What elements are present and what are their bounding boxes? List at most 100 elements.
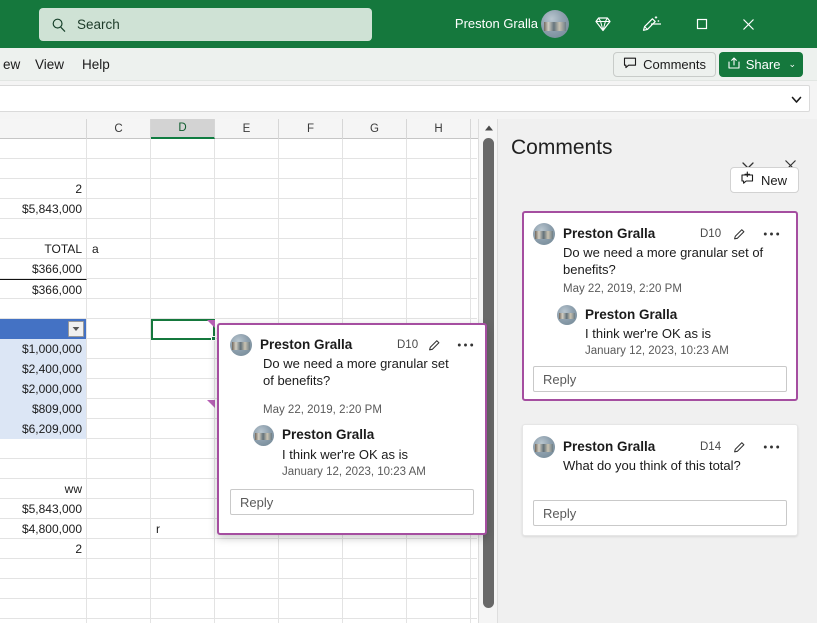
grid-cell[interactable] — [279, 619, 343, 623]
comment-marker-d14[interactable] — [207, 400, 215, 408]
grid-cell[interactable] — [215, 199, 279, 219]
grid-cell[interactable] — [279, 139, 343, 159]
grid-cell[interactable] — [215, 619, 279, 623]
grid-cell[interactable] — [0, 139, 87, 159]
grid-cell[interactable] — [215, 579, 279, 599]
grid-cell[interactable] — [407, 559, 471, 579]
grid-cell[interactable] — [215, 179, 279, 199]
grid-cell[interactable] — [87, 259, 151, 279]
grid-cell[interactable] — [407, 599, 471, 619]
grid-cell[interactable] — [215, 559, 279, 579]
chevron-down-icon[interactable]: ⌄ — [788, 59, 796, 70]
grid-cell[interactable] — [343, 139, 407, 159]
grid-cell[interactable] — [87, 279, 151, 299]
grid-cell[interactable]: $2,000,000 — [0, 379, 87, 399]
grid-cell[interactable] — [151, 319, 215, 339]
grid-cell[interactable] — [0, 299, 87, 319]
grid-cell[interactable] — [407, 259, 471, 279]
grid-cell[interactable] — [87, 499, 151, 519]
grid-cell[interactable] — [151, 139, 215, 159]
grid-cell[interactable] — [0, 319, 87, 339]
formula-input[interactable] — [0, 85, 810, 112]
grid-cell[interactable] — [87, 439, 151, 459]
grid-cell[interactable] — [87, 459, 151, 479]
grid-cell[interactable] — [343, 299, 407, 319]
grid-cell[interactable] — [279, 159, 343, 179]
grid-cell[interactable] — [87, 579, 151, 599]
grid-cell[interactable] — [151, 199, 215, 219]
grid-cell[interactable] — [343, 199, 407, 219]
grid-cell[interactable] — [87, 359, 151, 379]
column-header-c[interactable]: C — [87, 119, 151, 139]
grid-cell[interactable]: $366,000 — [0, 259, 87, 279]
share-button[interactable]: Share ⌄ — [718, 52, 803, 77]
edit-pencil-icon[interactable] — [424, 335, 444, 355]
grid-cell[interactable] — [407, 139, 471, 159]
column-header-h[interactable]: H — [407, 119, 471, 139]
grid-cell[interactable] — [279, 559, 343, 579]
grid-cell[interactable]: $2,400,000 — [0, 359, 87, 379]
grid-cell[interactable] — [0, 219, 87, 239]
grid-cell[interactable] — [87, 559, 151, 579]
grid-cell[interactable]: $5,843,000 — [0, 199, 87, 219]
grid-cell[interactable] — [407, 239, 471, 259]
more-options-icon[interactable] — [761, 437, 781, 457]
column-header-e[interactable]: E — [215, 119, 279, 139]
grid-cell[interactable] — [87, 339, 151, 359]
grid-cell[interactable]: 2 — [0, 539, 87, 559]
grid-cell[interactable] — [279, 579, 343, 599]
grid-cell[interactable] — [343, 219, 407, 239]
grid-cell[interactable] — [215, 239, 279, 259]
column-header-g[interactable]: G — [343, 119, 407, 139]
grid-cell[interactable] — [151, 259, 215, 279]
grid-cell[interactable] — [279, 259, 343, 279]
grid-cell[interactable]: a — [87, 239, 151, 259]
grid-cell[interactable]: 2 — [0, 179, 87, 199]
minimize-button[interactable] — [633, 0, 679, 48]
comment-thread-d14[interactable]: Preston Gralla D14 What do you think of … — [522, 424, 798, 536]
grid-cell[interactable] — [151, 459, 215, 479]
grid-cell[interactable]: $1,000,000 — [0, 339, 87, 359]
comment-popup-d10[interactable]: Preston Gralla D10 Do we need a more gra… — [217, 323, 487, 535]
grid-cell[interactable]: $366,000 — [0, 279, 87, 299]
grid-cell[interactable] — [87, 219, 151, 239]
grid-cell[interactable] — [407, 279, 471, 299]
grid-cell[interactable] — [215, 279, 279, 299]
close-button[interactable] — [725, 0, 771, 48]
grid-cell[interactable] — [87, 479, 151, 499]
grid-cell[interactable] — [407, 619, 471, 623]
grid-cell[interactable] — [407, 539, 471, 559]
grid-cell[interactable]: r — [151, 519, 215, 539]
grid-cell[interactable] — [151, 599, 215, 619]
grid-cell[interactable] — [87, 159, 151, 179]
grid-cell[interactable] — [151, 579, 215, 599]
grid-cell[interactable] — [407, 579, 471, 599]
grid-cell[interactable] — [279, 239, 343, 259]
grid-cell[interactable] — [87, 619, 151, 623]
grid-cell[interactable] — [279, 179, 343, 199]
grid-cell[interactable] — [151, 159, 215, 179]
grid-cell[interactable] — [151, 179, 215, 199]
avatar[interactable] — [541, 10, 569, 38]
grid-cell[interactable] — [279, 299, 343, 319]
new-comment-button[interactable]: New — [729, 167, 799, 193]
filter-dropdown-icon[interactable] — [68, 321, 84, 337]
grid-cell[interactable] — [343, 539, 407, 559]
grid-cell[interactable] — [343, 239, 407, 259]
tab-help[interactable]: Help — [75, 55, 117, 74]
grid-cell[interactable] — [0, 439, 87, 459]
grid-cell[interactable] — [151, 379, 215, 399]
grid-cell[interactable]: ww — [0, 479, 87, 499]
chevron-down-icon[interactable] — [790, 93, 803, 111]
reply-input[interactable]: Reply — [230, 489, 474, 515]
grid-cell[interactable] — [279, 219, 343, 239]
column-header-d[interactable]: D — [151, 119, 215, 139]
more-options-icon[interactable] — [455, 335, 475, 355]
grid-cell[interactable] — [215, 219, 279, 239]
grid-cell[interactable] — [343, 619, 407, 623]
grid-cell[interactable] — [407, 179, 471, 199]
grid-cell[interactable] — [0, 159, 87, 179]
grid-cell[interactable] — [343, 259, 407, 279]
grid-cell[interactable] — [87, 519, 151, 539]
grid-cell[interactable]: TOTAL — [0, 239, 87, 259]
